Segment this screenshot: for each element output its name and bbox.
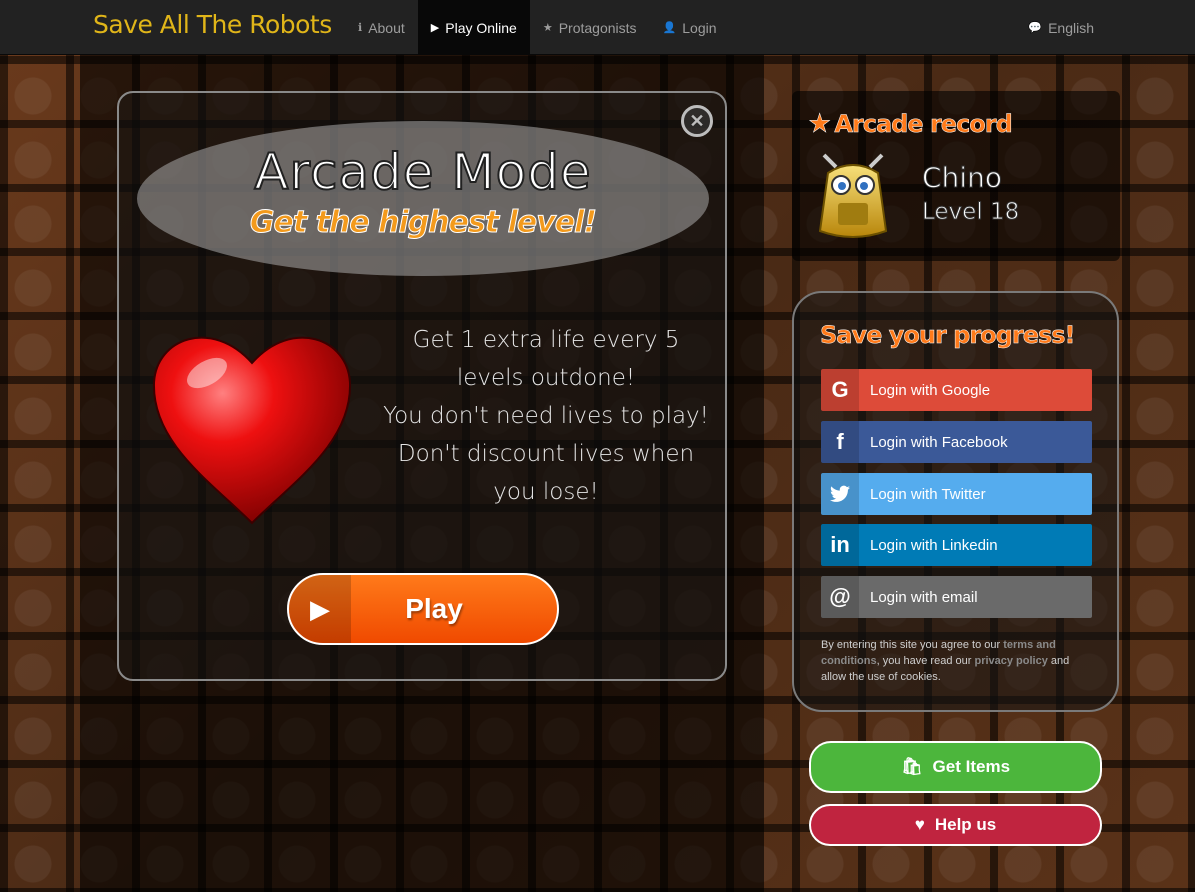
login-facebook-button[interactable]: f Login with Facebook (821, 421, 1092, 463)
arcade-description: Get 1 extra life every 5 levels outdone!… (381, 321, 711, 511)
info-icon: ℹ (358, 22, 363, 34)
description-line-2: You don't need lives to play! (383, 403, 709, 429)
login-facebook-label: Login with Facebook (870, 433, 1008, 451)
nav-about[interactable]: ℹ About (345, 0, 418, 55)
login-twitter-button[interactable]: Login with Twitter (821, 473, 1092, 515)
nav-protagonists[interactable]: ★ Protagonists (530, 0, 650, 55)
get-items-label: Get Items (932, 757, 1011, 776)
play-button[interactable]: ▶ Play (287, 573, 559, 645)
get-items-button[interactable]: 🛍 Get Items (809, 741, 1102, 793)
nav-protagonists-label: Protagonists (558, 19, 637, 36)
heart-icon (152, 336, 352, 525)
login-email-label: Login with email (870, 588, 978, 606)
nav-play-online[interactable]: ▶ Play Online (417, 0, 530, 55)
nav-play-online-label: Play Online (445, 19, 517, 36)
close-icon: ✕ (689, 110, 705, 131)
chat-icon: 💬 (1028, 22, 1043, 34)
record-level: Level 18 (921, 199, 1020, 226)
description-line-3: Don't discount lives when you lose! (397, 441, 695, 505)
help-us-button[interactable]: ♥ Help us (809, 804, 1102, 846)
brand-logo[interactable]: Save All The Robots (93, 10, 332, 39)
navbar: Save All The Robots ℹ About ▶ Play Onlin… (0, 0, 1195, 55)
privacy-link[interactable]: privacy policy (974, 655, 1047, 667)
nav-about-label: About (368, 19, 405, 36)
record-title: ★ Arcade record (808, 109, 1013, 140)
login-twitter-label: Login with Twitter (870, 485, 986, 503)
save-title: Save your progress! (820, 321, 1076, 350)
star-icon: ★ (808, 109, 832, 140)
google-icon: G (821, 369, 859, 411)
login-email-button[interactable]: @ Login with email (821, 576, 1092, 618)
play-arrow-icon: ▶ (289, 575, 351, 643)
at-icon: @ (821, 576, 859, 618)
description-line-1: Get 1 extra life every 5 levels outdone! (412, 327, 680, 391)
nav-login-label: Login (682, 19, 717, 36)
twitter-icon (821, 473, 859, 515)
language-label: English (1048, 19, 1094, 36)
shopping-bag-icon: 🛍 (900, 757, 923, 776)
close-button[interactable]: ✕ (681, 105, 713, 137)
heart-icon: ♥ (914, 815, 925, 834)
arcade-panel: ✕ Arcade Mode Get the highest level! Get… (117, 91, 727, 681)
play-label: Play (405, 593, 463, 624)
save-progress-card: Save your progress! G Login with Google … (792, 291, 1119, 712)
star-icon: ★ (542, 22, 553, 34)
play-icon: ▶ (430, 22, 440, 34)
login-google-label: Login with Google (870, 381, 991, 399)
login-linkedin-button[interactable]: in Login with Linkedin (821, 524, 1092, 566)
login-google-button[interactable]: G Login with Google (821, 369, 1092, 411)
nav-login[interactable]: 👤 Login (650, 0, 730, 55)
robot-avatar (818, 153, 888, 238)
login-linkedin-label: Login with Linkedin (870, 536, 998, 554)
arcade-subtitle: Get the highest level! (249, 205, 597, 241)
record-name: Chino (922, 161, 1003, 195)
arcade-title: Arcade Mode (253, 142, 592, 202)
legal-notice: By entering this site you agree to our t… (821, 637, 1096, 685)
facebook-icon: f (821, 421, 859, 463)
record-title-label: Arcade record (834, 110, 1013, 139)
legal-prefix: By entering this site you agree to our (821, 639, 1001, 651)
nav-links: ℹ About ▶ Play Online ★ Protagonists 👤 L… (345, 0, 730, 55)
user-icon: 👤 (662, 22, 677, 34)
arcade-record-card: ★ Arcade record Chino Level 18 (792, 91, 1120, 261)
linkedin-icon: in (821, 524, 859, 566)
help-us-label: Help us (934, 815, 997, 834)
language-selector[interactable]: 💬 English (1015, 0, 1107, 55)
legal-middle: , you have read our (876, 655, 972, 667)
